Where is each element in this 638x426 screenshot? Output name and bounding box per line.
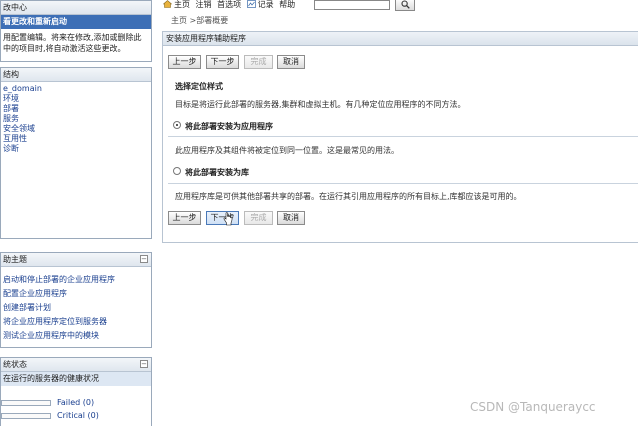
back-button[interactable]: 上一步 <box>168 211 201 225</box>
search-button[interactable] <box>395 0 415 11</box>
domain-structure-title: 结构 <box>1 68 151 82</box>
search-icon <box>400 0 410 9</box>
server-health-subtitle: 在运行的服务器的健康状况 <box>1 372 151 386</box>
domain-tree: e_domain 环境 部署 服务 安全领域 互用性 诊断 <box>1 82 151 154</box>
change-center-title: 改中心 <box>1 1 151 15</box>
nav-record-link[interactable]: 记录 <box>258 0 274 9</box>
status-failed-label[interactable]: Failed (0) <box>57 396 94 409</box>
status-row-critical: Critical (0) <box>1 409 151 422</box>
cancel-button[interactable]: 取消 <box>277 211 305 225</box>
status-bar <box>1 413 51 419</box>
divider <box>168 183 638 184</box>
watermark: CSDN @Tanqueraycc <box>470 400 596 414</box>
status-bar <box>1 400 51 406</box>
help-topics-title: 助主题 − <box>1 253 151 267</box>
view-changes-restart-link[interactable]: 看更改和重新启动 <box>1 15 151 29</box>
divider <box>168 136 638 137</box>
radio-install-as-library[interactable] <box>173 167 181 175</box>
help-item-test-modules[interactable]: 测试企业应用程序中的模块 <box>1 329 151 343</box>
tree-item-diagnostics[interactable]: 诊断 <box>1 144 151 154</box>
option-application-description: 此应用程序及其组件将被定位到同一位置。这是最常见的用法。 <box>175 146 399 155</box>
tree-item-services[interactable]: 服务 <box>1 114 151 124</box>
nav-home-link[interactable]: 主页 <box>174 0 190 9</box>
finish-button[interactable]: 完成 <box>244 211 273 225</box>
radio-install-as-application[interactable] <box>173 121 181 129</box>
change-center-panel: 改中心 看更改和重新启动 用配置编辑。将来在修改,添加或删除此 中的项目时,将自… <box>0 0 152 62</box>
collapse-icon[interactable]: − <box>140 255 148 263</box>
back-button[interactable]: 上一步 <box>168 55 201 69</box>
finish-button[interactable]: 完成 <box>244 55 273 69</box>
search-input[interactable] <box>314 0 390 10</box>
help-item-start-stop[interactable]: 启动和停止部署的企业应用程序 <box>1 273 151 287</box>
left-sidebar: 改中心 看更改和重新启动 用配置编辑。将来在修改,添加或删除此 中的项目时,将自… <box>0 0 156 426</box>
option-library-description: 应用程序库是可供其他部署共享的部署。在运行其引用应用程序的所有目标上,库都应该是… <box>175 192 522 201</box>
section-description: 目标是将运行此部署的服务器,集群和虚拟主机。有几种定位应用程序的不同方法。 <box>175 100 466 109</box>
tree-item-environment[interactable]: 环境 <box>1 94 151 104</box>
next-button[interactable]: 下一步 <box>206 55 239 69</box>
option-library-label[interactable]: 将此部署安装为库 <box>185 167 249 178</box>
help-item-create-plan[interactable]: 创建部署计划 <box>1 301 151 315</box>
tree-item-interoperability[interactable]: 互用性 <box>1 134 151 144</box>
cancel-button[interactable]: 取消 <box>277 55 305 69</box>
hand-cursor-icon <box>223 212 233 226</box>
breadcrumb: 主页 >部署概要 <box>171 16 229 25</box>
system-status-title: 统状态 − <box>1 358 151 372</box>
install-assistant-panel: 安装应用程序辅助程序 上一步 下一步 完成 取消 选择定位样式 目标是将运行此部… <box>162 31 638 243</box>
change-center-description: 用配置编辑。将来在修改,添加或删除此 中的项目时,将自动激活这些更改。 <box>3 33 142 53</box>
status-critical-label[interactable]: Critical (0) <box>57 409 99 422</box>
nav-logout-link[interactable]: 注销 <box>196 0 212 9</box>
help-topics-panel: 助主题 − 启动和停止部署的企业应用程序 配置企业应用程序 创建部署计划 将企业… <box>0 252 152 348</box>
system-status-panel: 统状态 − 在运行的服务器的健康状况 Failed (0) Critical (… <box>0 357 152 426</box>
help-topics-list: 启动和停止部署的企业应用程序 配置企业应用程序 创建部署计划 将企业应用程序定位… <box>1 267 151 343</box>
section-title: 选择定位样式 <box>175 82 223 91</box>
tree-item-security-realms[interactable]: 安全领域 <box>1 124 151 134</box>
domain-structure-panel: 结构 e_domain 环境 部署 服务 安全领域 互用性 诊断 <box>0 67 152 239</box>
nav-preferences-link[interactable]: 首选项 <box>217 0 241 9</box>
collapse-icon[interactable]: − <box>140 360 148 368</box>
option-application-label[interactable]: 将此部署安装为应用程序 <box>185 121 273 132</box>
status-row-failed: Failed (0) <box>1 396 151 409</box>
top-navigation: 主页 注销 首选项 记录 帮助 <box>163 0 298 10</box>
help-item-configure-app[interactable]: 配置企业应用程序 <box>1 287 151 301</box>
tree-item-domain[interactable]: e_domain <box>1 84 151 94</box>
home-icon <box>163 0 172 8</box>
page-title: 安装应用程序辅助程序 <box>163 32 638 46</box>
help-item-target-app[interactable]: 将企业应用程序定位到服务器 <box>1 315 151 329</box>
nav-help-link[interactable]: 帮助 <box>279 0 295 9</box>
record-icon <box>246 0 256 8</box>
tree-item-deployments[interactable]: 部署 <box>1 104 151 114</box>
